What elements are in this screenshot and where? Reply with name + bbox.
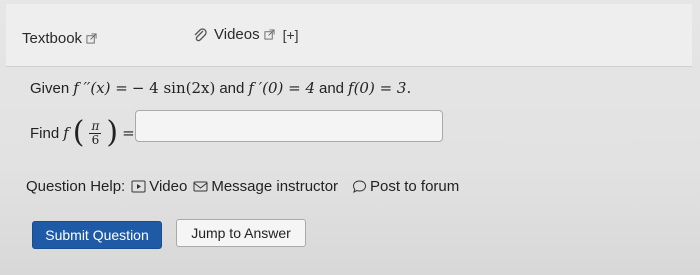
find-prompt: Find f ( π 6 ) = (30, 118, 135, 148)
second-derivative-lhs: f ′′(x) = (73, 79, 128, 97)
play-icon (131, 180, 146, 193)
and-word: and (219, 80, 245, 97)
external-link-icon (264, 29, 275, 40)
initial-condition: f(0) = 3. (348, 79, 412, 97)
expand-videos-link[interactable]: [+] (283, 27, 299, 43)
submit-question-button[interactable]: Submit Question (32, 221, 162, 249)
message-instructor-label: Message instructor (211, 178, 339, 195)
textbook-label: Textbook (22, 30, 83, 47)
video-help-label: Video (149, 178, 188, 195)
message-instructor-link[interactable]: Message instructor (193, 178, 338, 195)
paperclip-icon (194, 27, 207, 41)
videos-link[interactable]: Videos [+] (192, 26, 299, 43)
function-symbol: f (63, 124, 69, 142)
external-link-icon (86, 33, 97, 44)
fraction-numerator: π (89, 118, 102, 134)
video-help-link[interactable]: Video (131, 178, 187, 195)
fraction-denominator: 6 (91, 132, 100, 147)
speech-bubble-icon (353, 180, 367, 193)
help-label: Question Help: (26, 178, 126, 195)
post-to-forum-link[interactable]: Post to forum (352, 178, 459, 195)
page: Textbook Videos [+] Given f ′′(x) = − 4 … (0, 0, 700, 275)
jump-to-answer-button[interactable]: Jump to Answer (176, 219, 306, 247)
answer-input[interactable] (135, 110, 443, 142)
given-word: Given (30, 80, 70, 97)
resource-bar: Textbook Videos [+] (6, 4, 692, 67)
equals-sign: = (122, 124, 135, 142)
and-word: and (319, 80, 345, 97)
videos-label: Videos (214, 26, 260, 43)
post-to-forum-label: Post to forum (370, 178, 460, 195)
textbook-link[interactable]: Textbook (22, 30, 97, 47)
second-derivative-rhs: − 4 sin(2x) (131, 79, 216, 97)
question-help: Question Help: Video Message instructor … (26, 178, 459, 195)
question-statement: Given f ′′(x) = − 4 sin(2x) and f ′(0) =… (30, 79, 411, 97)
find-word: Find (30, 124, 60, 142)
right-paren: ) (106, 115, 119, 150)
left-paren: ( (72, 115, 85, 150)
fraction: π 6 (89, 118, 102, 147)
envelope-icon (193, 181, 208, 192)
first-derivative-condition: f ′(0) = 4 (248, 79, 315, 97)
